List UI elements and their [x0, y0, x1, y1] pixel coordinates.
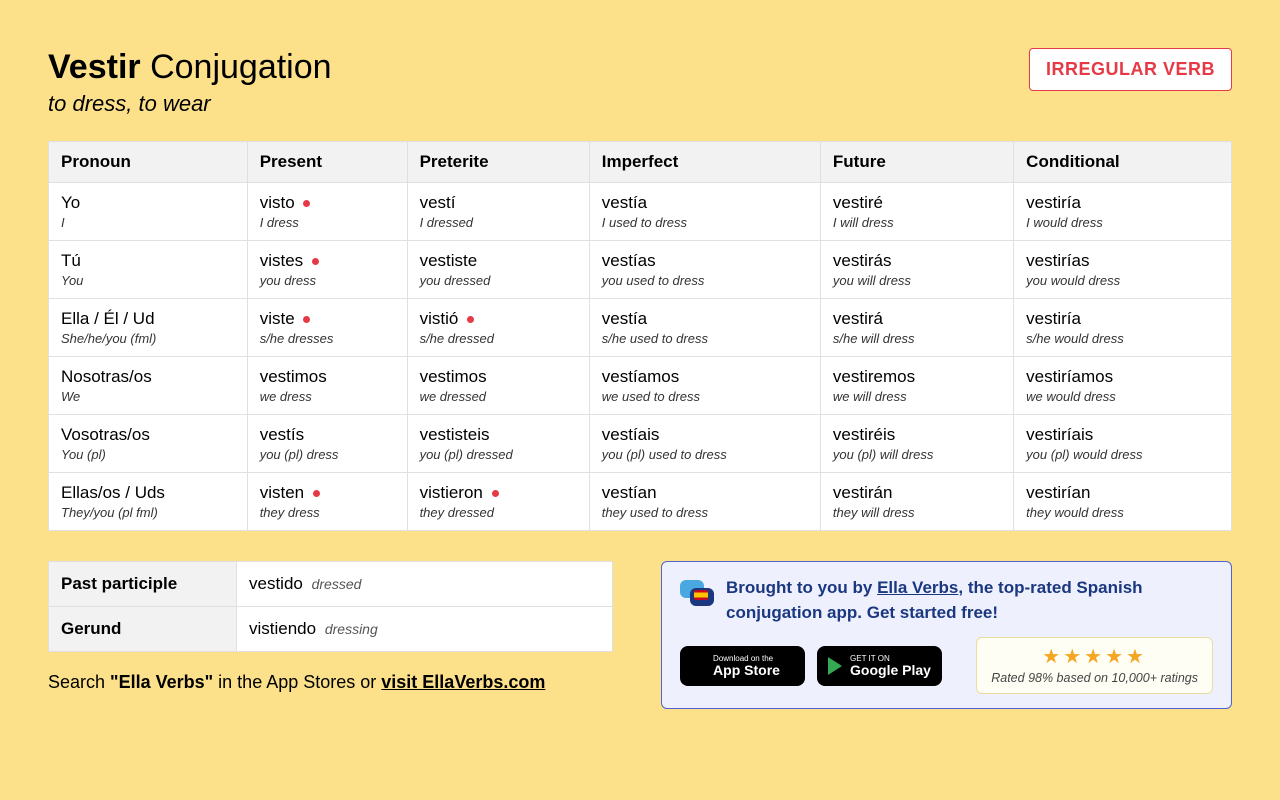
- conjugation-cell: vestía s/he used to dress: [589, 299, 820, 357]
- conjugation-cell: vestirías you would dress: [1014, 241, 1232, 299]
- participle-label: Gerund: [49, 607, 237, 652]
- rating-text: Rated 98% based on 10,000+ ratings: [991, 671, 1198, 685]
- conjugation-table: PronounPresentPreteriteImperfectFutureCo…: [48, 141, 1232, 531]
- conjugation-cell: vestías you used to dress: [589, 241, 820, 299]
- promo-link[interactable]: Ella Verbs: [877, 578, 958, 597]
- appstore-big: App Store: [713, 663, 780, 677]
- table-row: Ella / Él / UdShe/he/you (fml)viste s/he…: [49, 299, 1232, 357]
- search-prefix: Search: [48, 672, 110, 692]
- conjugation-cell: vistes you dress: [247, 241, 407, 299]
- verb-name: Vestir: [48, 48, 141, 86]
- participle-table: Past participlevestido dressedGerundvist…: [48, 561, 613, 652]
- conjugation-cell: vestiste you dressed: [407, 241, 589, 299]
- conjugation-cell: vistieron they dressed: [407, 473, 589, 531]
- table-header: Preterite: [407, 142, 589, 183]
- irregular-dot-icon: [313, 490, 320, 497]
- participle-row: Gerundvistiendo dressing: [49, 607, 613, 652]
- conjugation-cell: vestiríais you (pl) would dress: [1014, 415, 1232, 473]
- table-row: Ellas/os / UdsThey/you (pl fml)visten th…: [49, 473, 1232, 531]
- pronoun-cell: Ellas/os / UdsThey/you (pl fml): [49, 473, 248, 531]
- pronoun-cell: YoI: [49, 183, 248, 241]
- conjugation-cell: vestirás you will dress: [820, 241, 1013, 299]
- conjugation-cell: vestimos we dress: [247, 357, 407, 415]
- participle-value: vestido dressed: [237, 562, 613, 607]
- conjugation-cell: vestiremos we will dress: [820, 357, 1013, 415]
- conjugation-cell: vestís you (pl) dress: [247, 415, 407, 473]
- irregular-dot-icon: [312, 258, 319, 265]
- conjugation-cell: viste s/he dresses: [247, 299, 407, 357]
- irregular-dot-icon: [467, 316, 474, 323]
- search-middle: in the App Stores or: [213, 672, 381, 692]
- conjugation-cell: vestirá s/he will dress: [820, 299, 1013, 357]
- pronoun-cell: Vosotras/osYou (pl): [49, 415, 248, 473]
- star-icons: ★★★★★: [991, 644, 1198, 669]
- conjugation-cell: visto I dress: [247, 183, 407, 241]
- title-suffix: Conjugation: [141, 48, 332, 86]
- google-play-button[interactable]: GET IT ON Google Play: [817, 646, 942, 686]
- participle-value: vistiendo dressing: [237, 607, 613, 652]
- table-row: TúYouvistes you dressvestiste you dresse…: [49, 241, 1232, 299]
- conjugation-cell: vistió s/he dressed: [407, 299, 589, 357]
- irregular-dot-icon: [492, 490, 499, 497]
- search-hint: Search "Ella Verbs" in the App Stores or…: [48, 672, 613, 693]
- play-big: Google Play: [850, 663, 931, 677]
- conjugation-cell: vestisteis you (pl) dressed: [407, 415, 589, 473]
- irregular-badge: IRREGULAR VERB: [1029, 48, 1232, 91]
- table-row: Vosotras/osYou (pl)vestís you (pl) dress…: [49, 415, 1232, 473]
- irregular-dot-icon: [303, 316, 310, 323]
- participle-label: Past participle: [49, 562, 237, 607]
- conjugation-cell: vestiríamos we would dress: [1014, 357, 1232, 415]
- app-store-button[interactable]: Download on the App Store: [680, 646, 805, 686]
- promo-before: Brought to you by: [726, 578, 877, 597]
- verb-meaning: to dress, to wear: [48, 91, 332, 117]
- conjugation-cell: vestiréis you (pl) will dress: [820, 415, 1013, 473]
- pronoun-cell: Nosotras/osWe: [49, 357, 248, 415]
- promo-box: Brought to you by Ella Verbs, the top-ra…: [661, 561, 1232, 709]
- participle-row: Past participlevestido dressed: [49, 562, 613, 607]
- conjugation-cell: vestiría s/he would dress: [1014, 299, 1232, 357]
- table-header: Future: [820, 142, 1013, 183]
- irregular-dot-icon: [303, 200, 310, 207]
- search-quoted: "Ella Verbs": [110, 672, 213, 692]
- table-header: Present: [247, 142, 407, 183]
- table-row: Nosotras/osWevestimos we dressvestimos w…: [49, 357, 1232, 415]
- page-title: Vestir Conjugation: [48, 48, 332, 87]
- visit-link[interactable]: visit EllaVerbs.com: [381, 672, 545, 692]
- app-icon: [680, 576, 714, 610]
- conjugation-cell: vestíamos we used to dress: [589, 357, 820, 415]
- conjugation-cell: vestirán they will dress: [820, 473, 1013, 531]
- conjugation-cell: vestiré I will dress: [820, 183, 1013, 241]
- table-header: Conditional: [1014, 142, 1232, 183]
- pronoun-cell: Ella / Él / UdShe/he/you (fml): [49, 299, 248, 357]
- conjugation-cell: vestíais you (pl) used to dress: [589, 415, 820, 473]
- table-row: YoIvisto I dressvestí I dressedvestía I …: [49, 183, 1232, 241]
- conjugation-cell: visten they dress: [247, 473, 407, 531]
- pronoun-cell: TúYou: [49, 241, 248, 299]
- rating-box: ★★★★★ Rated 98% based on 10,000+ ratings: [976, 637, 1213, 694]
- conjugation-cell: vestían they used to dress: [589, 473, 820, 531]
- conjugation-cell: vestía I used to dress: [589, 183, 820, 241]
- conjugation-cell: vestirían they would dress: [1014, 473, 1232, 531]
- conjugation-cell: vestiría I would dress: [1014, 183, 1232, 241]
- play-icon: [828, 657, 842, 675]
- table-header: Pronoun: [49, 142, 248, 183]
- conjugation-cell: vestimos we dressed: [407, 357, 589, 415]
- table-header: Imperfect: [589, 142, 820, 183]
- conjugation-cell: vestí I dressed: [407, 183, 589, 241]
